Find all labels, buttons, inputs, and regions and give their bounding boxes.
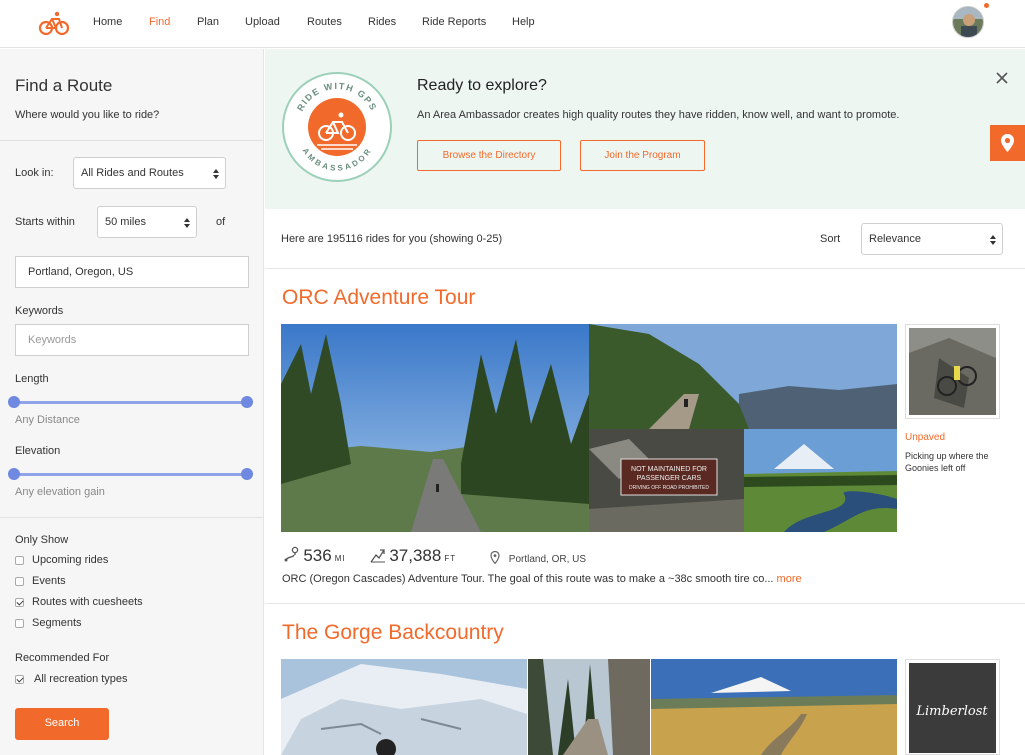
top-nav: Home Find Plan Upload Routes Rides Ride … <box>0 0 1025 48</box>
divider <box>265 603 1025 604</box>
ride-title-link[interactable]: ORC Adventure Tour <box>282 286 475 310</box>
ride-location-text: Portland, OR, US <box>508 554 587 565</box>
checkbox-label: All recreation types <box>34 673 128 685</box>
ride-photo-mountain-snow[interactable] <box>281 659 527 755</box>
checkbox-label: Events <box>32 575 66 587</box>
surface-tag: Unpaved <box>905 432 946 443</box>
checkbox-label: Routes with cuesheets <box>32 596 143 608</box>
browse-directory-button[interactable]: Browse the Directory <box>417 140 561 171</box>
join-program-button[interactable]: Join the Program <box>580 140 705 171</box>
nav-rides[interactable]: Rides <box>368 16 396 28</box>
look-in-label: Look in: <box>15 167 54 179</box>
sidebar-title: Find a Route <box>15 76 113 95</box>
results-summary: Here are 195116 rides for you (showing 0… <box>281 233 503 245</box>
ambassador-badge-icon: RIDE WITH GPS AMBASSADOR <box>281 71 393 183</box>
length-slider-track[interactable] <box>14 401 247 404</box>
elevation-label: Elevation <box>15 445 61 457</box>
ride-description-text: ORC (Oregon Cascades) Adventure Tour. Th… <box>282 573 774 585</box>
nav-upload[interactable]: Upload <box>245 16 280 28</box>
nav-routes[interactable]: Routes <box>307 16 342 28</box>
ride-photo-forest-trail[interactable] <box>528 659 650 755</box>
elevation-slider-max-handle[interactable] <box>241 468 253 480</box>
elevation-stat: 37,388 FT <box>370 546 456 566</box>
elevation-unit: FT <box>444 554 457 563</box>
keywords-label: Keywords <box>15 305 64 317</box>
distance-value: 536 <box>303 546 332 565</box>
ambassador-banner: RIDE WITH GPS AMBASSADOR Ready to explor… <box>265 49 1025 209</box>
checkbox-label: Segments <box>32 617 82 629</box>
sign-text-line3: DRIVING OFF ROAD PROHIBITED <box>629 485 709 491</box>
nav-help[interactable]: Help <box>512 16 535 28</box>
results-header: Here are 195116 rides for you (showing 0… <box>265 209 1025 269</box>
elevation-hint: Any elevation gain <box>15 486 105 498</box>
checkbox[interactable] <box>15 619 24 628</box>
search-button[interactable]: Search <box>15 708 109 740</box>
starts-within-label: Starts within <box>15 216 75 228</box>
checkbox-label: Upcoming rides <box>32 554 109 566</box>
rwgps-logo-icon[interactable] <box>38 10 70 36</box>
select-caret-icon <box>213 169 219 179</box>
elevation-value: 37,388 <box>389 546 442 565</box>
sort-select[interactable]: Relevance <box>861 223 1003 255</box>
keywords-input[interactable]: Keywords <box>15 324 249 356</box>
ride-thumbnail-logo[interactable]: Limberlost <box>905 659 1000 755</box>
elevation-slider-min-handle[interactable] <box>8 468 20 480</box>
location-input[interactable]: Portland, Oregon, US <box>15 256 249 288</box>
nav-find[interactable]: Find <box>149 16 170 28</box>
sort-value: Relevance <box>869 233 921 245</box>
checkbox[interactable] <box>15 577 24 586</box>
distance-unit: MI <box>334 554 346 563</box>
ride-title-link[interactable]: The Gorge Backcountry <box>282 621 504 645</box>
length-label: Length <box>15 373 49 385</box>
sidebar-subtitle: Where would you like to ride? <box>15 109 160 121</box>
checkbox-checked[interactable] <box>15 598 24 607</box>
ride-photo-sign[interactable]: NOT MAINTAINED FOR PASSENGER CARS DRIVIN… <box>589 429 744 532</box>
nav-ride-reports[interactable]: Ride Reports <box>422 16 486 28</box>
of-label: of <box>216 216 226 228</box>
map-pin-icon <box>1001 134 1014 152</box>
checkbox[interactable] <box>15 556 24 565</box>
elevation-gain-icon <box>370 549 385 563</box>
ride-photo-gravel-road[interactable] <box>589 324 897 429</box>
look-in-value: All Rides and Routes <box>81 167 184 179</box>
ride-photo-road[interactable] <box>281 324 589 532</box>
map-pin-tab[interactable] <box>990 125 1025 161</box>
location-pin-icon <box>490 551 500 564</box>
limberlost-logo-text: Limberlost <box>915 704 988 719</box>
checkbox-checked[interactable] <box>15 675 24 684</box>
more-link[interactable]: more <box>777 573 802 585</box>
only-show-label: Only Show <box>15 534 69 546</box>
elevation-slider-track[interactable] <box>14 473 247 476</box>
notification-dot <box>984 3 989 8</box>
starts-within-value: 50 miles <box>105 216 146 228</box>
select-caret-icon <box>990 235 996 245</box>
length-slider-max-handle[interactable] <box>241 396 253 408</box>
ride-description: ORC (Oregon Cascades) Adventure Tour. Th… <box>282 573 802 585</box>
ride-tagline: Picking up where the Goonies left off <box>905 451 989 473</box>
banner-title: Ready to explore? <box>417 77 547 94</box>
length-hint: Any Distance <box>15 414 80 426</box>
starts-within-select[interactable]: 50 miles <box>97 206 197 238</box>
close-icon[interactable] <box>995 71 1009 85</box>
divider <box>0 140 264 141</box>
recommended-label: Recommended For <box>15 652 110 664</box>
nav-home[interactable]: Home <box>93 16 122 28</box>
length-slider-min-handle[interactable] <box>8 396 20 408</box>
nav-plan[interactable]: Plan <box>197 16 219 28</box>
sign-text-line1: NOT MAINTAINED FOR <box>631 466 707 473</box>
look-in-select[interactable]: All Rides and Routes <box>73 157 226 189</box>
banner-text: An Area Ambassador creates high quality … <box>417 109 900 121</box>
user-avatar[interactable] <box>952 6 984 38</box>
ride-photo-meadow[interactable] <box>744 429 897 532</box>
sign-text-line2: PASSENGER CARS <box>637 475 702 482</box>
select-caret-icon <box>184 218 190 228</box>
distance-stat: 536 MI <box>283 546 346 566</box>
ride-photo-golden-hills[interactable] <box>651 659 897 755</box>
search-sidebar: Find a Route Where would you like to rid… <box>0 49 264 755</box>
sort-label: Sort <box>820 233 841 245</box>
divider <box>0 517 264 518</box>
ride-thumbnail[interactable] <box>905 324 1000 419</box>
route-distance-icon <box>284 546 299 562</box>
ride-location: Portland, OR, US <box>490 551 586 565</box>
